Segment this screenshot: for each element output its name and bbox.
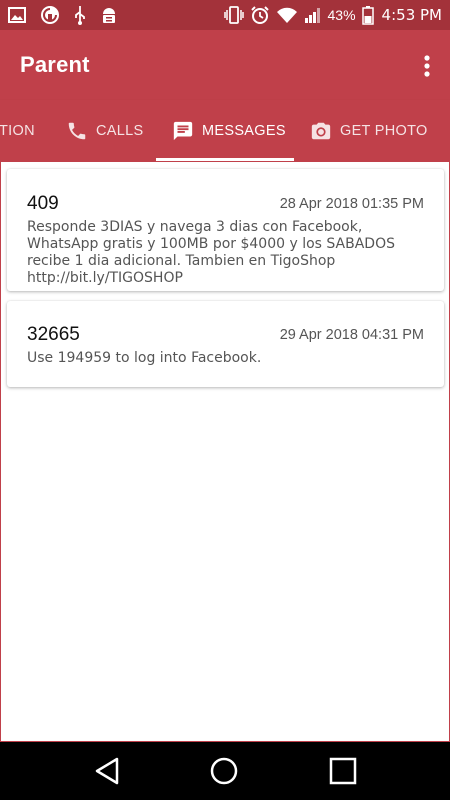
message-card[interactable]: 409 28 Apr 2018 01:35 PM Responde 3DIAS …: [7, 169, 444, 291]
tab-get-photo[interactable]: GET PHOTO: [310, 100, 428, 162]
message-date: 29 Apr 2018 04:31 PM: [279, 327, 424, 343]
more-vert-icon[interactable]: [418, 52, 436, 80]
status-bar-notifications: [8, 5, 118, 25]
tab-bar: TION CALLS MESSAGES GET PHOTO: [0, 100, 450, 162]
tab-calls[interactable]: CALLS: [66, 100, 143, 162]
status-time: 4:53 PM: [381, 6, 442, 24]
navigation-bar: [0, 742, 450, 800]
messages-list: 409 28 Apr 2018 01:35 PM Responde 3DIAS …: [0, 162, 450, 742]
home-icon: [210, 757, 238, 785]
message-body: Responde 3DIAS y navega 3 dias con Faceb…: [27, 219, 395, 286]
camera-icon: [311, 122, 331, 140]
tab-label: TION: [0, 123, 35, 139]
tab-label: GET PHOTO: [340, 123, 428, 139]
alarm-icon: [250, 6, 269, 24]
signal-icon: [304, 8, 320, 23]
battery-percent: 43%: [327, 7, 356, 23]
wifi-icon: [276, 7, 297, 23]
app-title: Parent: [20, 52, 90, 77]
image-icon: [8, 7, 26, 23]
back-icon: [95, 757, 119, 785]
app-bar: Parent: [0, 30, 450, 100]
status-bar-system: 43% 4:53 PM: [223, 5, 442, 25]
android-debug-icon: [103, 8, 115, 23]
vibrate-icon: [223, 6, 244, 24]
message-sender: 409: [27, 193, 59, 214]
sync-icon: [41, 6, 59, 24]
home-button[interactable]: [199, 742, 249, 800]
phone-icon: [68, 122, 86, 140]
battery-icon: [361, 6, 374, 25]
message-date: 28 Apr 2018 01:35 PM: [279, 196, 424, 212]
message-icon: [173, 121, 193, 141]
message-card[interactable]: 32665 29 Apr 2018 04:31 PM Use 194959 to…: [7, 301, 444, 387]
status-bar: 43% 4:53 PM: [0, 0, 450, 30]
message-sender: 32665: [27, 324, 80, 345]
tab-location[interactable]: TION: [0, 100, 35, 162]
tab-label: MESSAGES: [202, 123, 286, 139]
tab-messages[interactable]: MESSAGES: [172, 100, 286, 162]
active-tab-indicator: [156, 158, 294, 161]
recents-icon: [329, 757, 357, 785]
tab-label: CALLS: [96, 123, 144, 139]
recents-button[interactable]: [318, 742, 368, 800]
usb-icon: [75, 6, 85, 25]
back-button[interactable]: [82, 742, 132, 800]
message-body: Use 194959 to log into Facebook.: [27, 350, 262, 366]
